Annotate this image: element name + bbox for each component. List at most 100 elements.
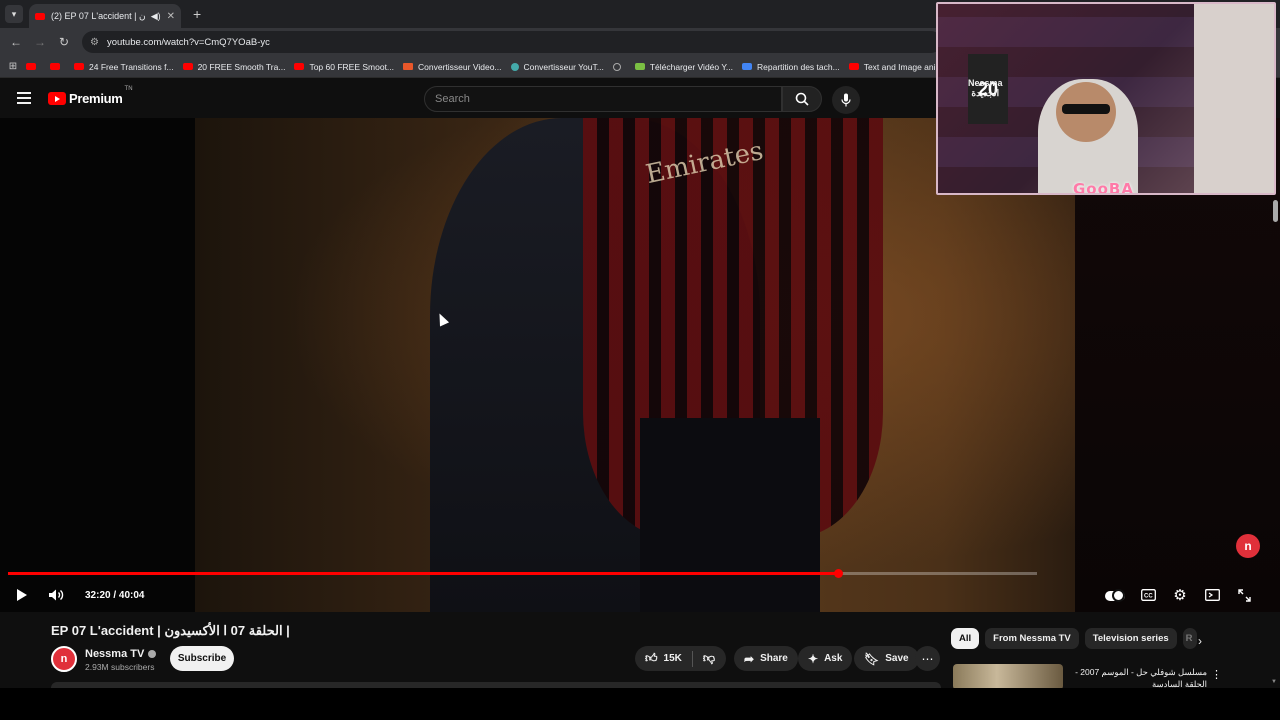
watermark-line1: Nessma (968, 78, 1003, 88)
new-tab-icon[interactable]: + (193, 6, 201, 22)
filter-chip[interactable]: Television series (1084, 628, 1177, 649)
chevron-right-icon[interactable]: › (1198, 634, 1202, 648)
time-separator: / (110, 590, 119, 601)
logo-region: TN (124, 86, 133, 92)
channel-name-text: Nessma TV (85, 648, 145, 660)
captions-icon: CC (1140, 589, 1156, 601)
gear-icon: ⚙ (1173, 587, 1187, 604)
volume-icon (49, 589, 64, 601)
youtube-logo[interactable]: Premium TN (48, 86, 133, 106)
bookmark-item[interactable]: Text and Image ani... (848, 62, 943, 72)
mute-button[interactable] (46, 584, 66, 606)
bookmark-item[interactable]: 20 FREE Smooth Tra... (182, 61, 286, 72)
bookmark-label: Convertisseur YouT... (523, 61, 604, 72)
recommended-title[interactable]: مسلسل شوفلي حل - الموسم 2007 - الحلقة ال… (1067, 666, 1207, 690)
nessma-watermark: Nessma الجديدة (968, 78, 1003, 98)
filter-chip[interactable]: R (1182, 628, 1197, 649)
more-vert-icon[interactable]: ⋮ (1211, 668, 1222, 681)
settings-button[interactable]: ⚙ (1170, 584, 1190, 606)
recommended-thumbnail[interactable] (953, 664, 1063, 690)
back-arrow-icon[interactable]: ← (4, 35, 28, 49)
bookmark-item[interactable]: Télécharger Vidéo Y... (634, 61, 733, 72)
youtube-icon (50, 63, 60, 70)
progress-bar[interactable] (8, 569, 1037, 578)
webcam-door (1194, 4, 1274, 193)
webcam-glasses (1062, 104, 1110, 114)
bookmark-item[interactable]: Repartition des tach... (742, 62, 840, 72)
converter-icon (510, 62, 519, 71)
speaker-icon[interactable]: ◀) (151, 11, 161, 22)
like-button[interactable]: 👍︎ 15K (635, 646, 692, 671)
filter-chip[interactable]: All (951, 628, 980, 649)
page-scrollbar[interactable] (1272, 118, 1280, 688)
browser-tab-active[interactable]: (2) EP 07 L'accident | الأكسيدون ◀) ✕ (29, 4, 181, 28)
address-bar[interactable]: ⚙ youtube.com/watch?v=CmQ7YOaB-yc (82, 31, 942, 53)
video-title: EP 07 L'accident | الحلقة 07 ا الأكسيدون… (51, 623, 290, 638)
bookmark-label: 24 Free Transitions f... (89, 61, 174, 72)
bottom-strip (0, 688, 1280, 720)
youtube-icon (182, 63, 193, 70)
save-label: Save (885, 653, 909, 664)
subscribe-button[interactable]: Subscribe (170, 646, 234, 671)
forward-arrow-icon[interactable]: → (28, 35, 52, 49)
apps-grid-icon[interactable]: ⊞ (0, 61, 26, 72)
theater-mode-button[interactable] (1202, 584, 1222, 606)
ask-button[interactable]: ✦ Ask (798, 646, 853, 671)
globe-icon (612, 62, 621, 71)
related-filter-chips: All From Nessma TV Television series R (951, 628, 1203, 649)
verified-icon (148, 650, 157, 659)
sparkle-icon: ✦ (808, 651, 819, 666)
dislike-button[interactable]: 👎︎ (693, 646, 725, 671)
voice-search-button[interactable] (832, 86, 860, 114)
play-icon (17, 589, 27, 601)
scrollbar-thumb[interactable] (1273, 200, 1278, 222)
bookmark-item[interactable]: Top 60 FREE Smoot... (294, 62, 394, 72)
webcam-brand-text: GooBA (1073, 180, 1134, 195)
autoplay-toggle[interactable] (1105, 589, 1125, 602)
bookmark-label: Télécharger Vidéo Y... (649, 61, 733, 72)
bookmark-item[interactable] (26, 63, 41, 70)
youtube-play-icon (48, 92, 66, 105)
search-placeholder: Search (435, 93, 470, 105)
save-button[interactable]: 🔖︎ Save (854, 646, 919, 671)
bookmark-item[interactable]: Convertisseur Video... (403, 62, 502, 72)
microphone-icon (841, 93, 851, 107)
fullscreen-button[interactable] (1234, 584, 1254, 606)
youtube-icon (294, 63, 305, 70)
time-total: 40:04 (118, 590, 145, 601)
channel-name[interactable]: Nessma TV (85, 648, 157, 660)
search-button[interactable] (782, 86, 822, 112)
bookmark-item[interactable] (612, 62, 626, 71)
bookmark-label: 20 FREE Smooth Tra... (197, 61, 286, 72)
time-display: 32:20 / 40:04 (85, 590, 145, 601)
bookmark-item[interactable] (50, 63, 65, 70)
bookmark-item[interactable]: 24 Free Transitions f... (74, 62, 174, 72)
bookmark-item[interactable]: Convertisseur YouT... (510, 61, 604, 72)
tab-search-button[interactable]: ▾ (5, 5, 23, 23)
search-input[interactable]: Search (424, 86, 782, 112)
channel-avatar[interactable]: n (51, 646, 77, 672)
search-icon (795, 92, 809, 106)
share-button[interactable]: ➦ Share (734, 646, 798, 671)
url-text: youtube.com/watch?v=CmQ7YOaB-yc (106, 36, 270, 48)
share-label: Share (760, 653, 788, 664)
thumbs-down-icon: 👎︎ (702, 651, 716, 665)
screen: ▾ (2) EP 07 L'accident | الأكسيدون ◀) ✕ … (0, 0, 1280, 720)
bookmark-label: Top 60 FREE Smoot... (309, 61, 395, 72)
subscriber-count: 2.93M subscribers (85, 662, 155, 672)
close-tab-icon[interactable]: ✕ (167, 11, 175, 22)
youtube-icon (848, 63, 859, 70)
reload-icon[interactable]: ↻ (52, 35, 76, 49)
filter-chip[interactable]: From Nessma TV (985, 628, 1079, 649)
like-count: 15K (663, 653, 682, 664)
menu-icon[interactable] (17, 92, 31, 107)
scroll-down-arrow-icon[interactable]: ▼ (1271, 679, 1277, 685)
subtitles-button[interactable]: CC (1138, 584, 1158, 606)
site-info-icon[interactable]: ⚙ (90, 37, 99, 48)
watermark-line2: الجديدة (971, 88, 1000, 98)
play-button[interactable] (12, 584, 32, 606)
docs-icon (742, 63, 752, 70)
chevron-down-icon: ▾ (11, 8, 17, 19)
more-actions-button[interactable]: ⋯ (915, 646, 940, 671)
bookmark-label: Repartition des tach... (757, 61, 840, 72)
